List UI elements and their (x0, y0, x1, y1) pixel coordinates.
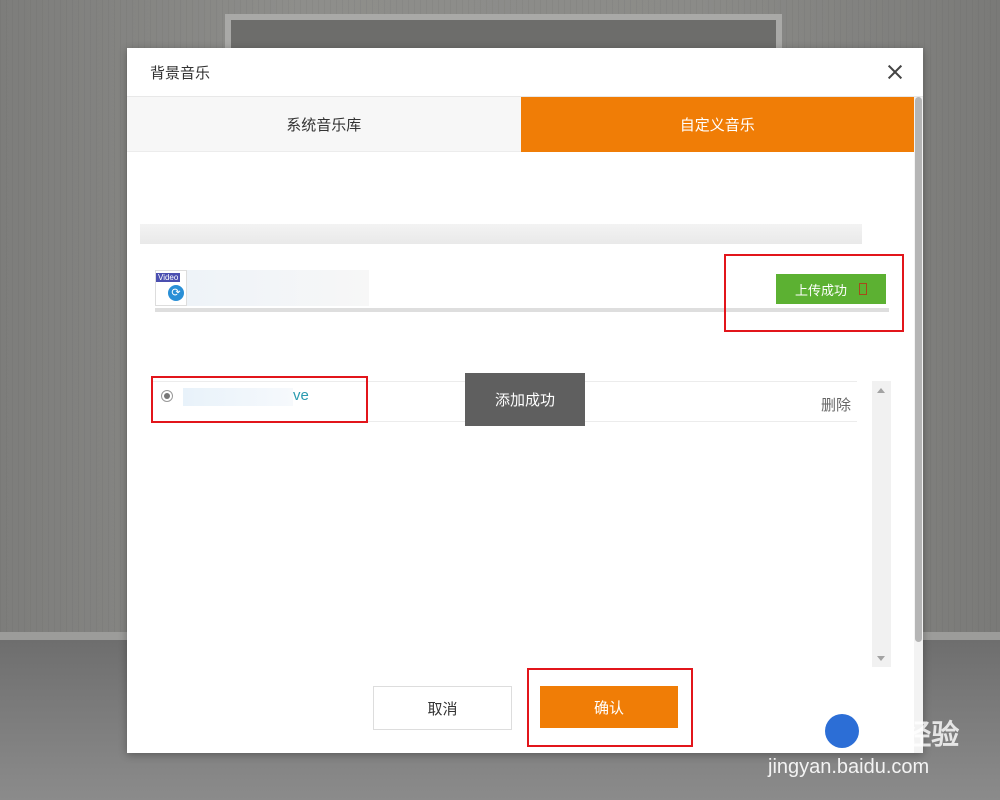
delete-button[interactable]: 删除 (821, 394, 851, 415)
tab-system-music-library[interactable]: 系统音乐库 (127, 97, 521, 152)
blurred-hint-band (140, 224, 862, 244)
baidu-jingyan-watermark: Bai du经验 (768, 710, 959, 754)
dialog-header: 背景音乐 (127, 48, 923, 97)
watermark-url: jingyan.baidu.com (768, 756, 930, 778)
refresh-icon: ⟳ (168, 285, 184, 301)
dialog-scroll-thumb[interactable] (915, 97, 922, 642)
background-music-dialog: 背景音乐 系统音乐库 自定义音乐 Video ⟳ 上传成功 ve 删除 添加成功… (127, 48, 923, 753)
highlight-box-music-item (151, 376, 368, 423)
paw-icon (824, 714, 859, 748)
watermark-logo-cn: 经验 (903, 720, 960, 751)
highlight-box-confirm (527, 668, 693, 747)
file-icon-tag: Video (156, 273, 181, 282)
highlight-box-upload-status (724, 254, 904, 332)
video-file-icon: Video ⟳ (155, 270, 187, 306)
watermark-logo-part1: Bai (768, 711, 823, 753)
dialog-scrollbar[interactable] (914, 97, 923, 753)
watermark-logo-part2: du (860, 711, 904, 753)
dialog-title: 背景音乐 (150, 65, 211, 82)
tab-custom-music[interactable]: 自定义音乐 (520, 97, 914, 152)
scroll-up-arrow-icon[interactable] (877, 388, 885, 393)
toast-message: 添加成功 (465, 373, 585, 426)
cancel-button[interactable]: 取消 (373, 686, 512, 730)
tab-bar: 系统音乐库 自定义音乐 (127, 97, 914, 152)
scroll-down-arrow-icon[interactable] (877, 656, 885, 661)
list-scrollbar[interactable] (872, 381, 891, 667)
blurred-file-name (187, 270, 369, 306)
close-icon[interactable] (883, 60, 907, 84)
